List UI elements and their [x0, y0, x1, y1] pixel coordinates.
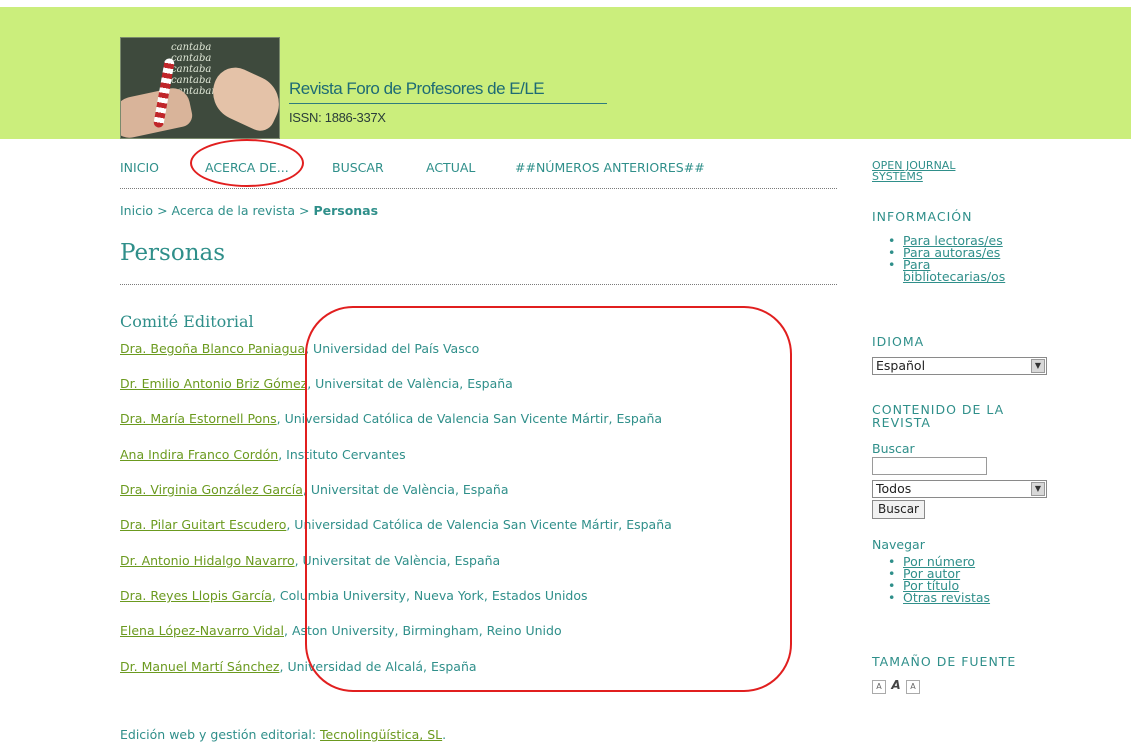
language-select[interactable]: Español ▼ — [872, 357, 1047, 375]
browse-label: Navegar — [872, 537, 925, 552]
search-input-wrap — [872, 457, 987, 475]
browse-link-item: Otras revistas — [872, 590, 990, 605]
font-default-icon[interactable]: A — [889, 679, 903, 693]
site-header: cantaba cantaba cantaba cantaba cantaban… — [0, 7, 1131, 139]
footer: Edición web y gestión editorial: Tecnoli… — [120, 727, 446, 742]
breadcrumb-current: Personas — [313, 203, 379, 218]
member-name-link[interactable]: Dra. Virginia González García — [120, 482, 303, 497]
breadcrumb-separator: > — [157, 203, 168, 218]
member-name-link[interactable]: Elena López-Navarro Vidal — [120, 623, 284, 638]
chevron-down-icon[interactable]: ▼ — [1031, 482, 1045, 496]
footer-text: Edición web y gestión editorial: — [120, 727, 321, 742]
section-title: Comité Editorial — [120, 312, 254, 331]
language-selected: Español — [876, 358, 926, 373]
member-name-link[interactable]: Dra. Reyes Llopis García — [120, 588, 272, 603]
member-name-link[interactable]: Dra. Pilar Guitart Escudero — [120, 517, 286, 532]
annotation-ellipse — [190, 139, 304, 187]
search-scope-selected: Todos — [876, 481, 912, 496]
font-small-icon[interactable]: A — [872, 680, 886, 694]
nav-inicio[interactable]: INICIO — [120, 160, 159, 175]
ojs-link[interactable]: OPEN JOURNAL SYSTEMS — [872, 160, 955, 182]
member-name-link[interactable]: Dr. Antonio Hidalgo Navarro — [120, 553, 295, 568]
content-heading-line2: REVISTA — [872, 415, 931, 430]
footer-link[interactable]: Tecnolingüística, SL — [320, 727, 442, 742]
page-title: Personas — [120, 240, 226, 266]
browse-links: Por número Por autor Por título Otras re… — [872, 555, 990, 605]
search-button[interactable]: Buscar — [872, 500, 925, 519]
footer-end: . — [442, 727, 447, 742]
nav-actual[interactable]: ACTUAL — [426, 160, 475, 175]
search-scope-wrap: Todos ▼ — [872, 480, 1047, 498]
info-link-item: Parabibliotecarias/os — [872, 258, 1005, 284]
journal-title[interactable]: Revista Foro de Profesores de E/LE — [289, 79, 545, 99]
ojs-link-line2[interactable]: SYSTEMS — [872, 171, 955, 182]
breadcrumb-separator: > — [298, 203, 310, 218]
search-label: Buscar — [872, 441, 915, 456]
link-para-bibliotecarias-cont[interactable]: bibliotecarias/os — [903, 269, 1005, 284]
search-scope-select[interactable]: Todos ▼ — [872, 480, 1047, 498]
font-size-controls: AAA — [872, 677, 923, 694]
language-select-wrap: Español ▼ — [872, 357, 1047, 375]
nav-buscar[interactable]: BUSCAR — [332, 160, 384, 175]
member-name-link[interactable]: Dr. Emilio Antonio Briz Gómez — [120, 376, 307, 391]
content-heading: CONTENIDO DE LA REVISTA — [872, 403, 1004, 429]
chevron-down-icon[interactable]: ▼ — [1031, 359, 1045, 373]
issn-label: ISSN: 1886-337X — [289, 110, 386, 125]
member-name-link[interactable]: Ana Indira Franco Cordón — [120, 447, 278, 462]
font-large-icon[interactable]: A — [906, 680, 920, 694]
info-heading: INFORMACIÓN — [872, 209, 973, 224]
annotation-rounded-rect — [305, 306, 792, 692]
journal-logo[interactable]: cantaba cantaba cantaba cantaba cantaban — [120, 37, 280, 139]
nav-numeros-anteriores[interactable]: ##NÚMEROS ANTERIORES## — [515, 160, 705, 175]
title-underline — [289, 103, 607, 104]
title-divider — [120, 284, 837, 285]
search-button-wrap: Buscar — [872, 500, 925, 519]
member-name-link[interactable]: Dra. María Estornell Pons — [120, 411, 277, 426]
member-name-link[interactable]: Dra. Begoña Blanco Paniagua — [120, 341, 305, 356]
font-size-heading: TAMAÑO DE FUENTE — [872, 654, 1017, 669]
info-links: Para lectoras/es Para autoras/es Parabib… — [872, 234, 1005, 284]
search-input[interactable] — [872, 457, 987, 475]
breadcrumb: Inicio > Acerca de la revista > Personas — [120, 203, 378, 218]
link-otras-revistas[interactable]: Otras revistas — [903, 590, 990, 605]
member-name-link[interactable]: Dr. Manuel Martí Sánchez — [120, 659, 280, 674]
breadcrumb-about[interactable]: Acerca de la revista — [172, 203, 295, 218]
breadcrumb-home[interactable]: Inicio — [120, 203, 153, 218]
language-heading: IDIOMA — [872, 334, 925, 349]
